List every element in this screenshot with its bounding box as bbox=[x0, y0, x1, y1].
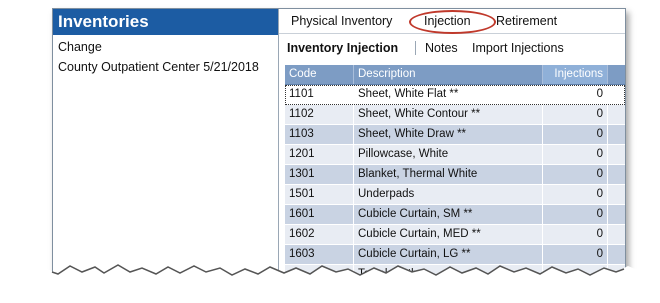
table-row[interactable]: 1102 Sheet, White Contour ** 0 bbox=[285, 105, 625, 125]
subtab-notes[interactable]: Notes bbox=[425, 41, 458, 55]
sub-tab-bar: Inventory Injection Notes Import Injecti… bbox=[279, 34, 625, 58]
injection-grid: Code Description Injections 1101 Sheet, W… bbox=[285, 65, 625, 285]
inventories-title: Inventories bbox=[53, 9, 278, 35]
table-row[interactable]: 1301 Blanket, Thermal White 0 bbox=[285, 165, 625, 185]
code-cell: 1501 bbox=[285, 185, 354, 204]
injections-cell[interactable]: 0 bbox=[543, 85, 608, 104]
inventory-detail-panel: Physical Inventory Injection Retirement … bbox=[279, 9, 625, 287]
description-cell: Pillowcase, White bbox=[354, 145, 543, 164]
table-row[interactable]: 1103 Sheet, White Draw ** 0 bbox=[285, 125, 625, 145]
description-cell: Underpads bbox=[354, 185, 543, 204]
tab-divider bbox=[415, 41, 416, 55]
code-cell: 1301 bbox=[285, 165, 354, 184]
table-row[interactable]: 1602 Cubicle Curtain, MED ** 0 bbox=[285, 225, 625, 245]
column-header-injections[interactable]: Injections bbox=[543, 65, 608, 84]
inventory-entry-item[interactable]: County Outpatient Center 5/21/2018 bbox=[53, 55, 278, 75]
code-cell: 1201 bbox=[285, 145, 354, 164]
injections-cell[interactable]: 0 bbox=[543, 165, 608, 184]
table-row[interactable]: 1501 Underpads 0 bbox=[285, 185, 625, 205]
top-tab-bar: Physical Inventory Injection Retirement bbox=[279, 9, 625, 34]
description-cell: Blanket, Thermal White bbox=[354, 165, 543, 184]
injections-cell[interactable]: 0 bbox=[543, 105, 608, 124]
torn-paper-edge bbox=[0, 264, 660, 303]
code-cell: 1602 bbox=[285, 225, 354, 244]
app-window: Inventories Change County Outpatient Cen… bbox=[52, 8, 626, 288]
table-row[interactable]: 1101 Sheet, White Flat ** 0 bbox=[285, 85, 625, 105]
table-row[interactable]: 1601 Cubicle Curtain, SM ** 0 bbox=[285, 205, 625, 225]
description-cell: Sheet, White Draw ** bbox=[354, 125, 543, 144]
description-cell: Sheet, White Flat ** bbox=[354, 85, 543, 104]
tab-physical-inventory[interactable]: Physical Inventory bbox=[291, 14, 392, 28]
description-cell: Sheet, White Contour ** bbox=[354, 105, 543, 124]
injections-cell[interactable]: 0 bbox=[543, 225, 608, 244]
injections-cell[interactable]: 0 bbox=[543, 185, 608, 204]
subtab-import-injections[interactable]: Import Injections bbox=[472, 41, 564, 55]
tab-retirement[interactable]: Retirement bbox=[496, 14, 557, 28]
column-header-description[interactable]: Description bbox=[354, 65, 543, 84]
injections-cell[interactable]: 0 bbox=[543, 145, 608, 164]
inventories-panel: Inventories Change County Outpatient Cen… bbox=[53, 9, 279, 287]
injections-cell[interactable]: 0 bbox=[543, 205, 608, 224]
code-cell: 1101 bbox=[285, 85, 354, 104]
grid-header-row: Code Description Injections bbox=[285, 65, 625, 85]
injections-cell[interactable]: 0 bbox=[543, 125, 608, 144]
description-cell: Cubicle Curtain, SM ** bbox=[354, 205, 543, 224]
column-header-code[interactable]: Code bbox=[285, 65, 354, 84]
change-item[interactable]: Change bbox=[53, 35, 278, 55]
description-cell: Cubicle Curtain, MED ** bbox=[354, 225, 543, 244]
code-cell: 1601 bbox=[285, 205, 354, 224]
grid-body: 1101 Sheet, White Flat ** 0 1102 Sheet, Whit… bbox=[285, 85, 625, 285]
code-cell: 1102 bbox=[285, 105, 354, 124]
code-cell: 1103 bbox=[285, 125, 354, 144]
tab-injection[interactable]: Injection bbox=[424, 14, 471, 28]
subtab-inventory-injection[interactable]: Inventory Injection bbox=[287, 41, 398, 55]
table-row[interactable]: 1201 Pillowcase, White 0 bbox=[285, 145, 625, 165]
